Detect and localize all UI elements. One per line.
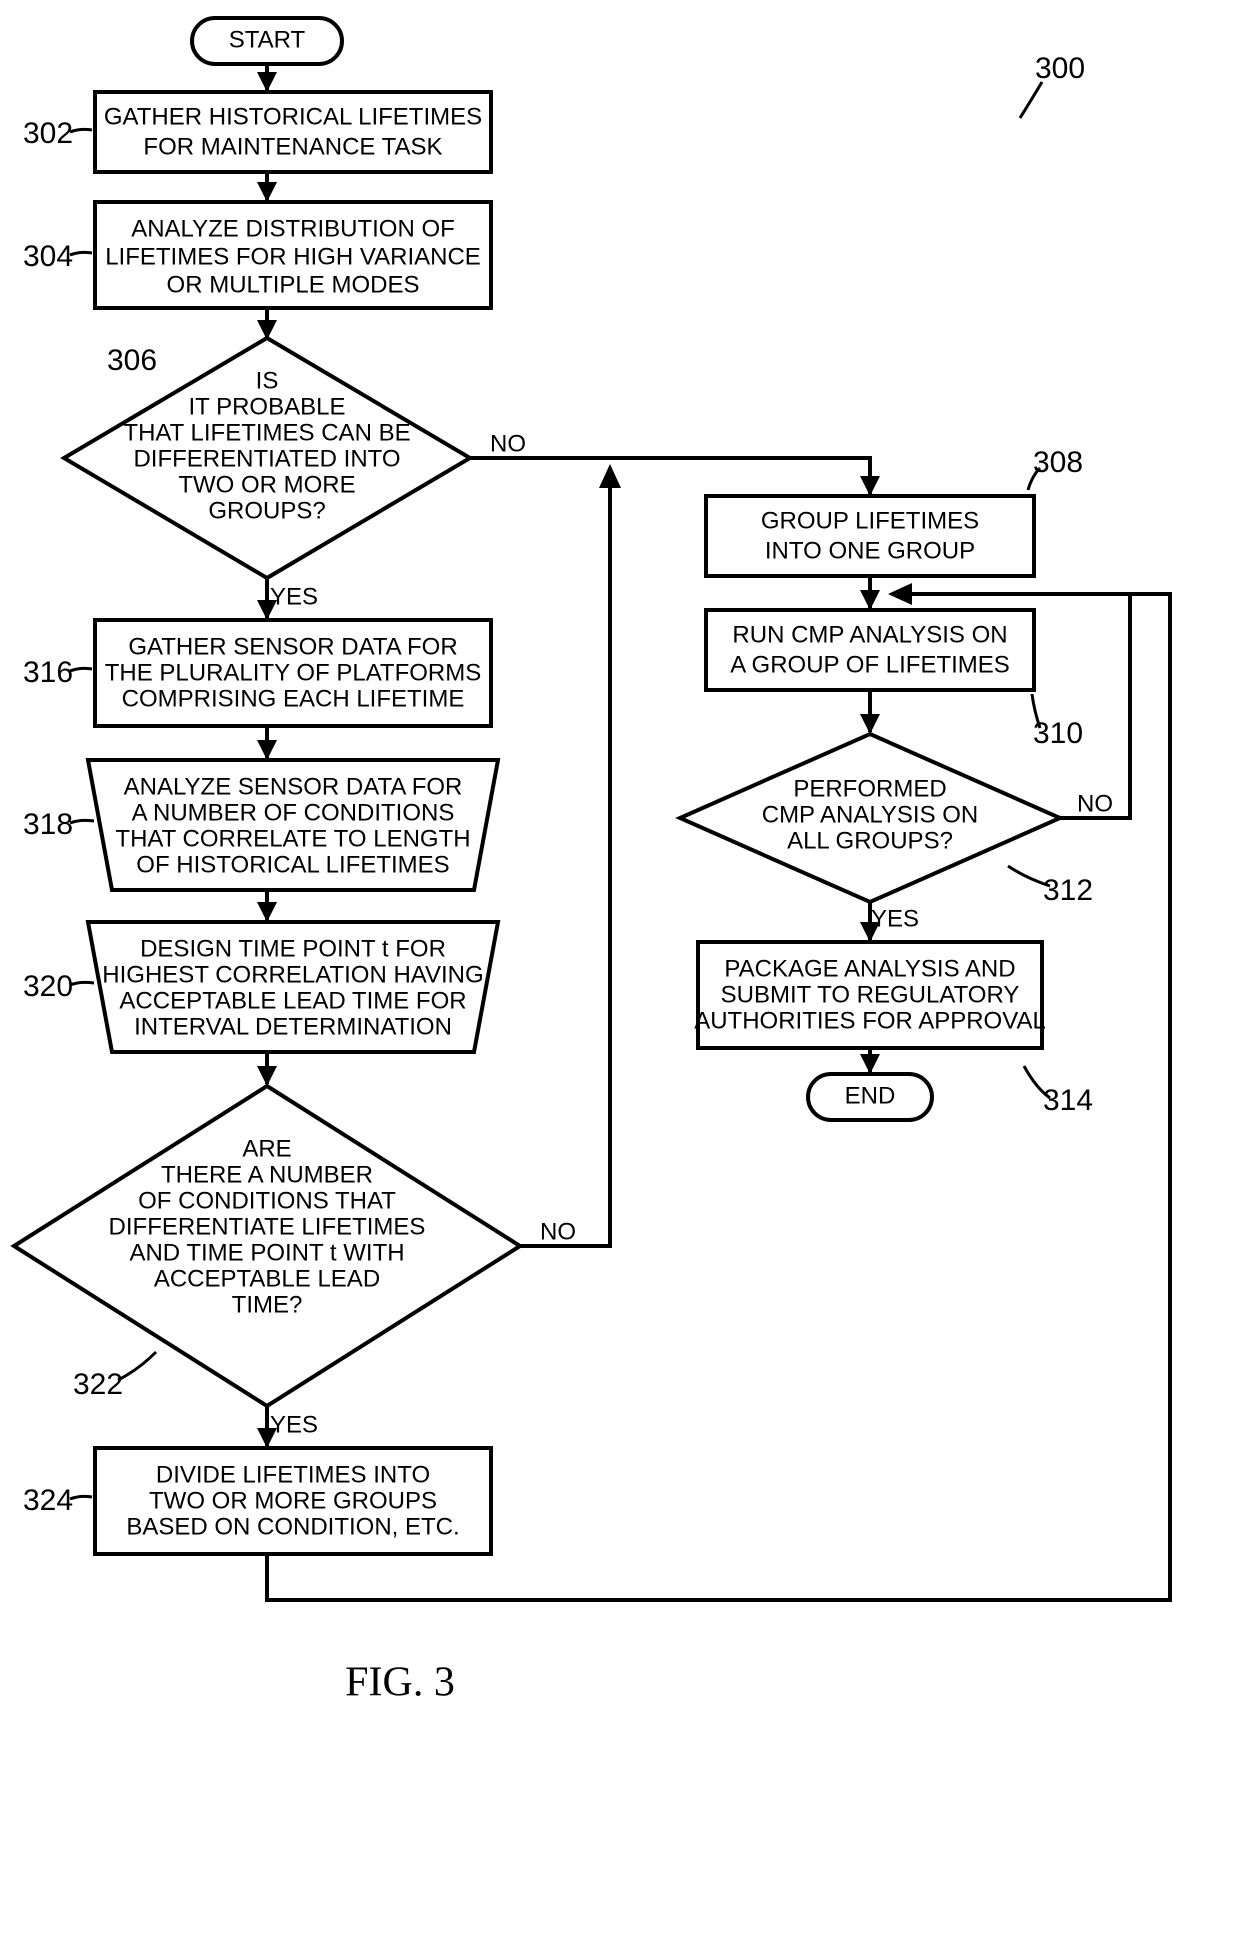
n302-line1: GATHER HISTORICAL LIFETIMES: [104, 103, 482, 130]
ref-316: 316: [23, 656, 73, 689]
ref-314: 314: [1043, 1084, 1093, 1117]
svg-text:IS: IS: [256, 367, 279, 394]
svg-text:DESIGN TIME POINT t FOR: DESIGN TIME POINT t FOR: [140, 935, 446, 962]
svg-text:A NUMBER OF CONDITIONS: A NUMBER OF CONDITIONS: [132, 799, 455, 826]
process-314: PACKAGE ANALYSIS AND SUBMIT TO REGULATOR…: [694, 942, 1046, 1048]
figure-label: FIG. 3: [345, 1660, 455, 1706]
branch-no-322: NO: [540, 1218, 576, 1245]
svg-text:ALL GROUPS?: ALL GROUPS?: [787, 827, 953, 854]
svg-text:HIGHEST CORRELATION HAVING: HIGHEST CORRELATION HAVING: [102, 961, 483, 988]
svg-text:TIME?: TIME?: [232, 1291, 303, 1318]
svg-text:DIFFERENTIATE LIFETIMES: DIFFERENTIATE LIFETIMES: [109, 1213, 426, 1240]
svg-text:DIVIDE LIFETIMES INTO: DIVIDE LIFETIMES INTO: [156, 1461, 430, 1488]
svg-text:THAT CORRELATE TO LENGTH: THAT CORRELATE TO LENGTH: [115, 825, 470, 852]
end-label: END: [845, 1082, 896, 1109]
svg-text:TWO OR MORE GROUPS: TWO OR MORE GROUPS: [149, 1487, 437, 1514]
svg-text:GROUP LIFETIMES: GROUP LIFETIMES: [761, 507, 979, 534]
ref-324: 324: [23, 1484, 73, 1517]
svg-text:COMPRISING EACH LIFETIME: COMPRISING EACH LIFETIME: [122, 685, 465, 712]
process-316: GATHER SENSOR DATA FOR THE PLURALITY OF …: [95, 620, 491, 726]
svg-text:ACCEPTABLE LEAD TIME FOR: ACCEPTABLE LEAD TIME FOR: [119, 987, 466, 1014]
svg-text:AUTHORITIES FOR APPROVAL: AUTHORITIES FOR APPROVAL: [694, 1007, 1046, 1034]
svg-text:ARE: ARE: [242, 1135, 291, 1162]
process-310: RUN CMP ANALYSIS ON A GROUP OF LIFETIMES: [706, 610, 1034, 690]
process-324: DIVIDE LIFETIMES INTO TWO OR MORE GROUPS…: [95, 1448, 491, 1554]
svg-text:AND TIME POINT t WITH: AND TIME POINT t WITH: [129, 1239, 404, 1266]
branch-yes-312: YES: [871, 905, 919, 932]
ref-312: 312: [1043, 874, 1093, 907]
process-302: GATHER HISTORICAL LIFETIMES FOR MAINTENA…: [95, 92, 491, 172]
ref-304: 304: [23, 240, 73, 273]
terminator-start: START: [192, 18, 342, 64]
decision-312: PERFORMED CMP ANALYSIS ON ALL GROUPS?: [680, 734, 1060, 902]
decision-322: ARE THERE A NUMBER OF CONDITIONS THAT DI…: [14, 1086, 520, 1406]
svg-text:RUN CMP ANALYSIS ON: RUN CMP ANALYSIS ON: [732, 621, 1007, 648]
svg-text:GATHER SENSOR DATA FOR: GATHER SENSOR DATA FOR: [128, 633, 457, 660]
ref-302: 302: [23, 117, 73, 150]
svg-text:INTO ONE GROUP: INTO ONE GROUP: [765, 537, 975, 564]
svg-text:PACKAGE ANALYSIS AND: PACKAGE ANALYSIS AND: [724, 955, 1015, 982]
svg-text:ACCEPTABLE LEAD: ACCEPTABLE LEAD: [154, 1265, 380, 1292]
svg-text:LIFETIMES FOR HIGH VARIANCE: LIFETIMES FOR HIGH VARIANCE: [105, 243, 481, 270]
svg-text:CMP ANALYSIS ON: CMP ANALYSIS ON: [762, 801, 979, 828]
svg-text:TWO OR MORE: TWO OR MORE: [178, 471, 355, 498]
manual-318: ANALYZE SENSOR DATA FOR A NUMBER OF COND…: [88, 760, 498, 890]
svg-text:ANALYZE DISTRIBUTION OF: ANALYZE DISTRIBUTION OF: [131, 215, 455, 242]
ref-306: 306: [107, 344, 157, 377]
svg-text:THERE A NUMBER: THERE A NUMBER: [161, 1161, 373, 1188]
svg-text:SUBMIT TO REGULATORY: SUBMIT TO REGULATORY: [721, 981, 1020, 1008]
svg-text:OR MULTIPLE MODES: OR MULTIPLE MODES: [167, 271, 420, 298]
branch-yes-322: YES: [270, 1411, 318, 1438]
process-304: ANALYZE DISTRIBUTION OF LIFETIMES FOR HI…: [95, 202, 491, 308]
branch-no-306: NO: [490, 430, 526, 457]
svg-text:ANALYZE SENSOR DATA FOR: ANALYZE SENSOR DATA FOR: [124, 773, 463, 800]
process-308: GROUP LIFETIMES INTO ONE GROUP: [706, 496, 1034, 576]
n302-line2: FOR MAINTENANCE TASK: [143, 133, 442, 160]
ref-320: 320: [23, 970, 73, 1003]
svg-text:A GROUP OF LIFETIMES: A GROUP OF LIFETIMES: [730, 651, 1010, 678]
branch-no-312: NO: [1077, 790, 1113, 817]
ref-318: 318: [23, 808, 73, 841]
branch-yes-306: YES: [270, 583, 318, 610]
ref-310: 310: [1033, 717, 1083, 750]
svg-text:OF CONDITIONS THAT: OF CONDITIONS THAT: [138, 1187, 396, 1214]
ref-322: 322: [73, 1368, 123, 1401]
svg-text:GROUPS?: GROUPS?: [208, 497, 325, 524]
ref-308: 308: [1033, 446, 1083, 479]
start-label: START: [229, 26, 306, 53]
svg-text:IT PROBABLE: IT PROBABLE: [189, 393, 346, 420]
manual-320: DESIGN TIME POINT t FOR HIGHEST CORRELAT…: [88, 922, 498, 1052]
svg-text:PERFORMED: PERFORMED: [793, 775, 946, 802]
figure-ref: 300: [1035, 52, 1085, 85]
svg-text:DIFFERENTIATED INTO: DIFFERENTIATED INTO: [133, 445, 400, 472]
svg-text:OF HISTORICAL LIFETIMES: OF HISTORICAL LIFETIMES: [136, 851, 449, 878]
svg-text:THE PLURALITY OF PLATFORMS: THE PLURALITY OF PLATFORMS: [105, 659, 482, 686]
terminator-end: END: [808, 1074, 932, 1120]
svg-text:INTERVAL DETERMINATION: INTERVAL DETERMINATION: [134, 1013, 452, 1040]
svg-text:BASED ON CONDITION, ETC.: BASED ON CONDITION, ETC.: [126, 1513, 459, 1540]
svg-text:THAT LIFETIMES CAN BE: THAT LIFETIMES CAN BE: [123, 419, 410, 446]
